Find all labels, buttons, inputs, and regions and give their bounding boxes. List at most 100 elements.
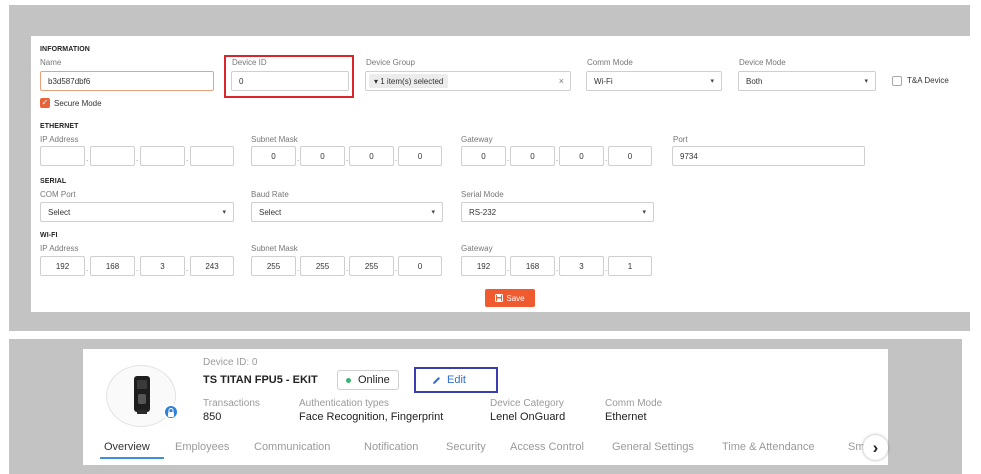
- wifi-subnet-octet[interactable]: 255: [349, 256, 394, 276]
- chevron-down-icon: ▾: [431, 209, 435, 216]
- com-port-select[interactable]: Select ▾: [40, 202, 234, 222]
- tab-time-attendance[interactable]: Time & Attendance: [722, 441, 815, 453]
- octet-separator: .: [136, 154, 139, 163]
- device-category-label: Device Category: [490, 398, 564, 409]
- edit-button-label: Edit: [447, 374, 466, 386]
- chevron-right-icon: ›: [872, 437, 879, 457]
- octet-separator: .: [556, 264, 559, 273]
- baud-rate-select[interactable]: Select ▾: [251, 202, 443, 222]
- device-id-text: Device ID: 0: [203, 357, 258, 368]
- tab-general-settings[interactable]: General Settings: [612, 441, 694, 453]
- octet-separator: .: [86, 154, 89, 163]
- wifi-subnet-octet[interactable]: 255: [300, 256, 345, 276]
- ethernet-subnet-label: Subnet Mask: [251, 135, 298, 144]
- octet-separator: .: [136, 264, 139, 273]
- ethernet-subnet-octet[interactable]: 0: [349, 146, 394, 166]
- octet-separator: .: [507, 264, 510, 273]
- active-tab-underline: [100, 457, 164, 459]
- name-field[interactable]: b3d587dbf6: [40, 71, 214, 91]
- serial-mode-select[interactable]: RS-232 ▾: [461, 202, 654, 222]
- secure-mode-checkbox[interactable]: ✓: [40, 98, 50, 108]
- wifi-gateway-octet[interactable]: 168: [510, 256, 555, 276]
- tab-notification[interactable]: Notification: [364, 441, 418, 453]
- tab-security[interactable]: Security: [446, 441, 486, 453]
- name-label: Name: [40, 58, 62, 67]
- comm-mode-label: Comm Mode: [605, 398, 663, 409]
- transactions-value: 850: [203, 411, 222, 423]
- ethernet-ip-octet[interactable]: [40, 146, 85, 166]
- ethernet-gateway-octet[interactable]: 0: [510, 146, 555, 166]
- device-id-field[interactable]: 0: [231, 71, 349, 91]
- wifi-gateway-octet[interactable]: 3: [559, 256, 604, 276]
- tab-access-control[interactable]: Access Control: [510, 441, 584, 453]
- wifi-subnet-input-group: 255 . 255 . 255 . 0: [251, 256, 442, 277]
- octet-separator: .: [605, 154, 608, 163]
- online-dot-icon: [346, 377, 351, 383]
- ethernet-port-field[interactable]: 9734: [672, 146, 865, 166]
- com-port-value: Select: [48, 207, 71, 217]
- ethernet-ip-octet[interactable]: [140, 146, 185, 166]
- device-group-label: Device Group: [366, 58, 415, 67]
- ethernet-ip-octet[interactable]: [190, 146, 234, 166]
- wifi-gateway-octet[interactable]: 192: [461, 256, 506, 276]
- wifi-subnet-octet[interactable]: 255: [251, 256, 296, 276]
- octet-separator: .: [186, 264, 189, 273]
- pencil-icon: [433, 376, 440, 384]
- octet-separator: .: [395, 154, 398, 163]
- ta-device-checkbox[interactable]: [892, 76, 902, 86]
- device-id-label: Device ID: [232, 58, 267, 67]
- ethernet-ip-octet[interactable]: [90, 146, 135, 166]
- device-mode-label: Device Mode: [739, 58, 786, 67]
- serial-mode-value: RS-232: [469, 207, 497, 217]
- wifi-subnet-octet[interactable]: 0: [398, 256, 442, 276]
- section-title-serial: SERIAL: [40, 178, 67, 185]
- serial-mode-label: Serial Mode: [461, 190, 504, 199]
- wifi-ip-input-group: 192 . 168 . 3 . 243: [40, 256, 234, 277]
- octet-separator: .: [507, 154, 510, 163]
- ethernet-gateway-label: Gateway: [461, 135, 493, 144]
- wifi-ip-octet[interactable]: 3: [140, 256, 185, 276]
- edit-button[interactable]: Edit: [418, 371, 494, 389]
- wifi-gateway-octet[interactable]: 1: [608, 256, 652, 276]
- device-group-selected-tag[interactable]: ▾ 1 item(s) selected: [369, 74, 449, 88]
- device-name: TS TITAN FPU5 - EKIT: [203, 374, 318, 386]
- ethernet-gateway-octet[interactable]: 0: [608, 146, 652, 166]
- octet-separator: .: [605, 264, 608, 273]
- chevron-down-icon: ▾: [642, 209, 646, 216]
- floppy-disk-icon: [495, 294, 504, 302]
- ethernet-ip-input-group: . . .: [40, 146, 234, 167]
- section-title-information: INFORMATION: [40, 46, 90, 53]
- wifi-gateway-label: Gateway: [461, 244, 493, 253]
- wifi-ip-octet[interactable]: 192: [40, 256, 85, 276]
- auth-types-label: Authentication types: [299, 398, 390, 409]
- auth-types-value: Face Recognition, Fingerprint: [299, 411, 444, 423]
- section-title-ethernet: ETHERNET: [40, 123, 79, 130]
- tabs-next-button[interactable]: ›: [863, 435, 888, 460]
- wifi-ip-octet[interactable]: 243: [190, 256, 234, 276]
- device-category-value: Lenel OnGuard: [490, 411, 566, 423]
- ethernet-subnet-input-group: 0 . 0 . 0 . 0: [251, 146, 442, 167]
- wifi-ip-octet[interactable]: 168: [90, 256, 135, 276]
- lock-icon: [168, 408, 174, 417]
- chevron-down-icon: ▾: [710, 78, 714, 85]
- tab-overview[interactable]: Overview: [104, 441, 150, 453]
- clear-icon[interactable]: ×: [559, 76, 564, 86]
- octet-separator: .: [395, 264, 398, 273]
- octet-separator: .: [297, 264, 300, 273]
- wifi-ip-label: IP Address: [40, 244, 79, 253]
- ethernet-gateway-octet[interactable]: 0: [559, 146, 604, 166]
- comm-mode-select[interactable]: Wi-Fi ▾: [586, 71, 722, 91]
- ethernet-subnet-octet[interactable]: 0: [300, 146, 345, 166]
- device-group-select[interactable]: ▾ 1 item(s) selected ×: [365, 71, 571, 91]
- save-button[interactable]: Save: [485, 289, 535, 307]
- chevron-down-icon: ▾: [864, 78, 868, 85]
- tab-employees[interactable]: Employees: [175, 441, 229, 453]
- tab-communication[interactable]: Communication: [254, 441, 330, 453]
- comm-mode-label: Comm Mode: [587, 58, 633, 67]
- octet-separator: .: [86, 264, 89, 273]
- device-mode-select[interactable]: Both ▾: [738, 71, 876, 91]
- ethernet-gateway-octet[interactable]: 0: [461, 146, 506, 166]
- octet-separator: .: [346, 264, 349, 273]
- ethernet-subnet-octet[interactable]: 0: [251, 146, 296, 166]
- ethernet-subnet-octet[interactable]: 0: [398, 146, 442, 166]
